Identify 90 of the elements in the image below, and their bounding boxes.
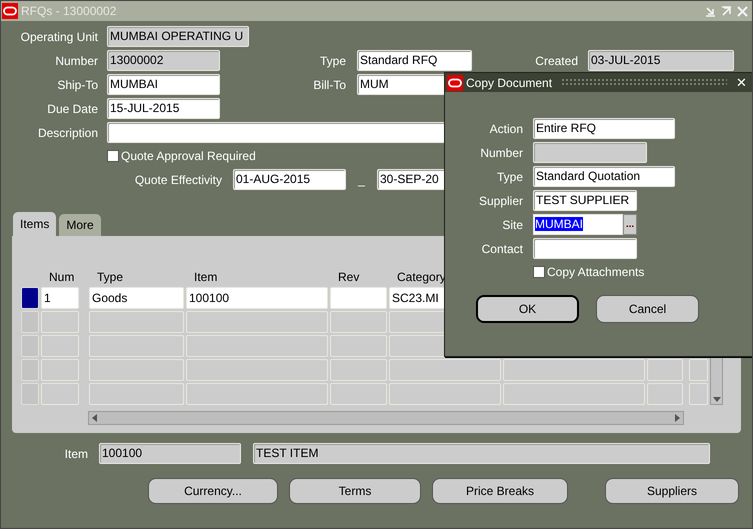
dialog-button[interactable]: OK <box>476 295 579 323</box>
action-button[interactable]: Price Breaks <box>432 478 568 504</box>
column-header: Category <box>396 269 447 286</box>
dialog-field[interactable]: Entire RFQ <box>533 118 675 139</box>
column-header: Rev <box>337 269 360 286</box>
table-cell[interactable] <box>89 359 184 381</box>
field-label: Number <box>479 144 523 162</box>
down-arrow-icon[interactable] <box>712 397 720 402</box>
table-cell[interactable] <box>89 383 184 405</box>
tab[interactable]: Items <box>13 212 56 236</box>
operating-unit-field[interactable]: MUMBAI OPERATING U <box>107 26 249 47</box>
column-header: Item <box>193 269 218 286</box>
type-field[interactable]: Standard RFQ <box>357 50 472 71</box>
field-label: Due Date <box>46 100 98 118</box>
dialog-field[interactable] <box>533 238 637 259</box>
table-cell[interactable] <box>389 359 501 381</box>
field-label: Number <box>54 52 98 70</box>
table-cell[interactable] <box>330 287 387 309</box>
column-header: Type <box>96 269 124 286</box>
table-cell[interactable] <box>647 383 683 405</box>
table-cell[interactable] <box>89 311 184 333</box>
checkbox[interactable] <box>107 150 119 162</box>
action-button[interactable]: Currency... <box>148 478 278 504</box>
window-title: RFQs - 13000002 <box>21 3 118 20</box>
field-label: Contact <box>480 240 523 258</box>
right-arrow-icon[interactable] <box>675 414 680 422</box>
table-cell[interactable] <box>41 359 79 381</box>
action-button[interactable]: Suppliers <box>605 478 739 504</box>
checkbox-label: Quote Approval Required <box>121 148 256 165</box>
table-cell[interactable] <box>503 359 645 381</box>
table-cell[interactable] <box>330 359 387 381</box>
due-date-field[interactable]: 15-JUL-2015 <box>107 98 220 119</box>
number-field[interactable]: 13000002 <box>107 50 220 71</box>
site-field[interactable]: MUMBAI <box>533 214 623 235</box>
table-cell[interactable] <box>689 383 708 405</box>
close-icon[interactable] <box>736 4 749 18</box>
field-label: Type <box>318 52 346 70</box>
field-label: Item <box>64 446 88 462</box>
table-cell[interactable]: 100100 <box>186 287 328 309</box>
table-cell[interactable] <box>330 335 387 357</box>
oracle-logo-icon <box>2 3 18 19</box>
field-label: Description <box>36 124 98 142</box>
table-cell[interactable] <box>186 335 328 357</box>
table-cell[interactable]: Goods <box>89 287 184 309</box>
dialog-field[interactable]: Standard Quotation <box>533 166 675 187</box>
field-label: Site <box>501 216 523 234</box>
table-cell[interactable] <box>41 335 79 357</box>
table-cell[interactable] <box>389 383 501 405</box>
field-label: Type <box>496 168 523 186</box>
list-of-values-button[interactable]: ... <box>623 214 637 235</box>
field-label: Ship-To <box>56 76 98 94</box>
close-button[interactable]: ✕ <box>736 72 747 92</box>
table-cell[interactable] <box>186 359 328 381</box>
table-cell[interactable] <box>186 383 328 405</box>
dialog-button[interactable]: Cancel <box>596 295 699 323</box>
table-cell[interactable] <box>330 311 387 333</box>
action-button[interactable]: Terms <box>289 478 421 504</box>
column-header: Num <box>48 269 76 286</box>
field-label: Operating Unit <box>20 28 98 46</box>
item-code-field[interactable]: 100100 <box>99 443 241 464</box>
table-cell[interactable] <box>186 311 328 333</box>
date-field[interactable]: 01-AUG-2015 <box>233 169 346 190</box>
maximize-icon[interactable] <box>720 4 733 18</box>
ship-to-field[interactable]: MUMBAI <box>107 74 220 95</box>
row-selector[interactable] <box>21 287 39 309</box>
dialog-field[interactable]: TEST SUPPLIER <box>533 190 637 211</box>
field-label: Supplier <box>478 192 523 210</box>
table-cell[interactable]: 1 <box>41 287 79 309</box>
field-label: Created <box>534 52 578 70</box>
minimize-icon[interactable] <box>704 4 717 18</box>
created-field[interactable]: 03-JUL-2015 <box>588 50 734 71</box>
table-cell[interactable] <box>689 359 708 381</box>
left-arrow-icon[interactable] <box>92 414 97 422</box>
table-cell[interactable] <box>330 383 387 405</box>
field-label: Bill-To <box>312 76 346 94</box>
table-cell[interactable] <box>41 311 79 333</box>
table-cell[interactable] <box>89 335 184 357</box>
dialog-field[interactable] <box>533 142 647 163</box>
tab[interactable]: More <box>59 214 101 236</box>
table-cell[interactable] <box>41 383 79 405</box>
field-label: Action <box>488 120 523 138</box>
table-cell[interactable] <box>503 383 645 405</box>
table-cell[interactable] <box>647 359 683 381</box>
item-description-field[interactable]: TEST ITEM <box>253 443 710 464</box>
horizontal-scrollbar[interactable] <box>88 411 684 425</box>
oracle-logo-icon <box>447 74 463 90</box>
field-label: Quote Effectivity <box>134 172 222 188</box>
range-separator: _ <box>357 172 366 188</box>
checkbox-label: Copy Attachments <box>547 264 644 281</box>
checkbox[interactable] <box>533 266 545 278</box>
